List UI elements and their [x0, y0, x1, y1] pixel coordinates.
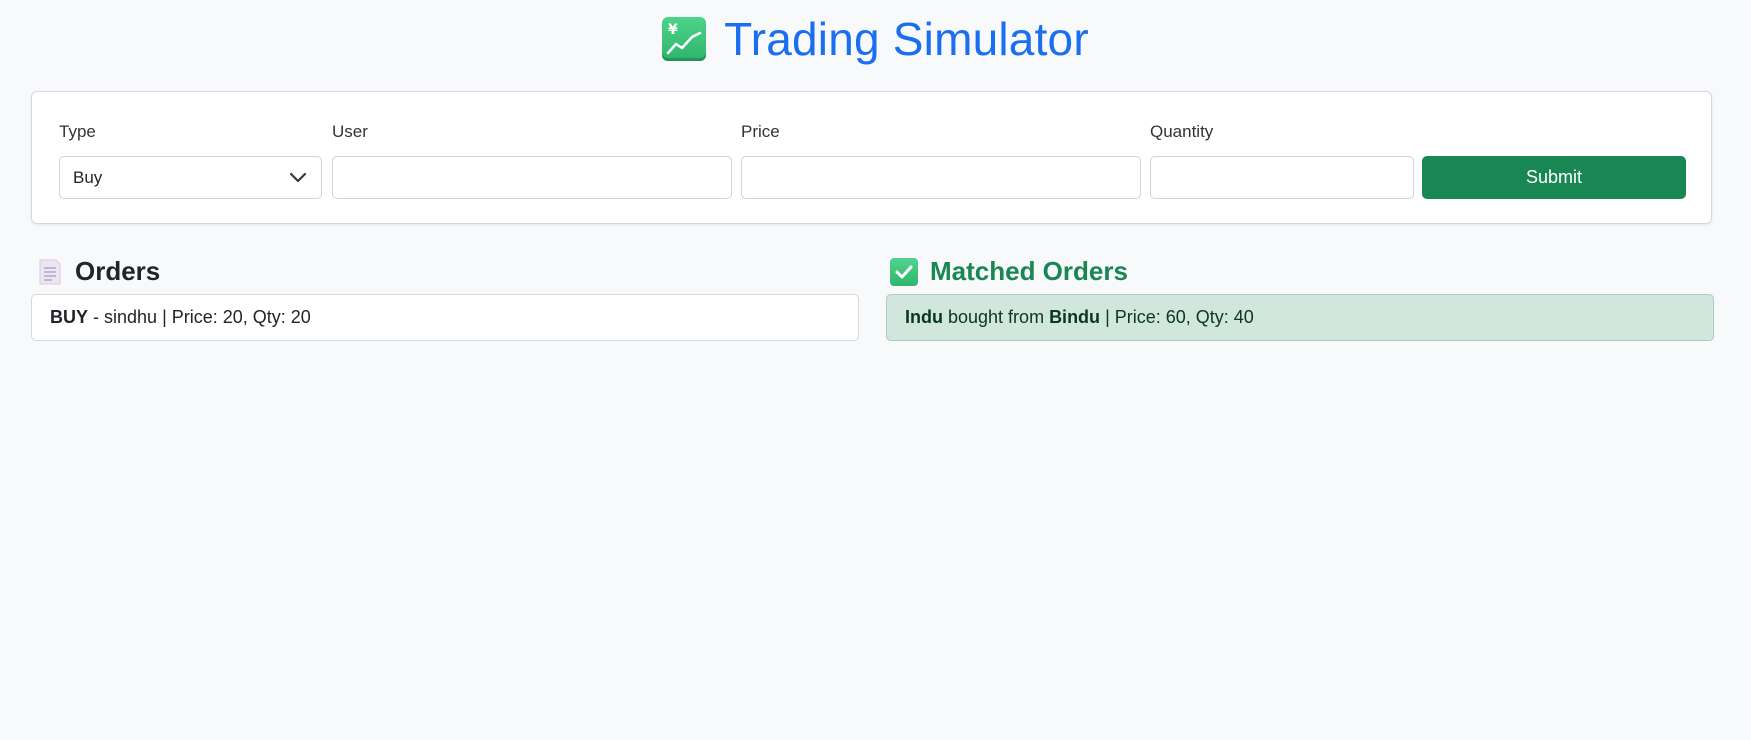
matched-verb: bought from [943, 307, 1050, 327]
type-label: Type [59, 122, 96, 141]
page-header: ¥ Trading Simulator [0, 12, 1751, 66]
order-list-item: BUY - sindhu | Price: 20, Qty: 20 [31, 294, 859, 341]
user-field-box [332, 156, 732, 199]
user-input[interactable] [333, 157, 731, 198]
chevron-down-icon [289, 170, 307, 191]
quantity-label: Quantity [1150, 122, 1214, 141]
price-input[interactable] [742, 157, 1140, 198]
order-separator: - [88, 307, 105, 327]
page-title: Trading Simulator [724, 13, 1089, 65]
price-label: Price [741, 122, 780, 141]
document-icon [37, 257, 63, 287]
svg-text:¥: ¥ [668, 22, 678, 38]
order-user: sindhu [104, 307, 158, 327]
matched-seller: Bindu [1049, 307, 1101, 327]
type-select[interactable]: Buy [59, 156, 322, 199]
user-label: User [332, 122, 368, 141]
check-mark-icon [890, 257, 918, 286]
matched-details: | Price: 60, Qty: 40 [1100, 307, 1254, 327]
orders-heading-text: Orders [75, 256, 161, 286]
quantity-input[interactable] [1151, 157, 1413, 198]
order-details: | Price: 20, Qty: 20 [157, 307, 311, 327]
orders-heading: Orders [37, 256, 160, 287]
matched-order-item: Indu bought from Bindu | Price: 60, Qty:… [886, 294, 1714, 341]
type-select-value: Buy [73, 168, 103, 187]
order-side: BUY [50, 307, 89, 327]
quantity-field-box [1150, 156, 1414, 199]
price-field-box [741, 156, 1141, 199]
chart-increasing-yen-icon: ¥ [662, 17, 707, 61]
order-form: Type Buy User Price Quantity Submit [31, 91, 1712, 224]
matched-orders-heading-text: Matched Orders [930, 256, 1128, 286]
matched-buyer: Indu [905, 307, 943, 327]
matched-orders-heading: Matched Orders [890, 256, 1128, 287]
submit-button[interactable]: Submit [1422, 156, 1686, 199]
